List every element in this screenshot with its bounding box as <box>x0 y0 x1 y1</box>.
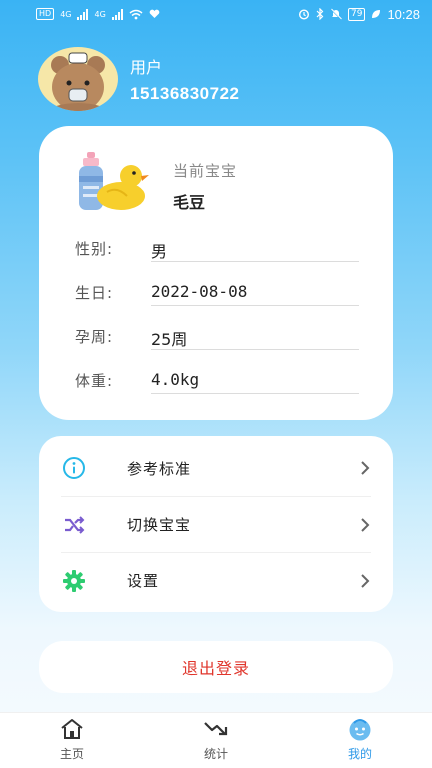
chevron-right-icon <box>361 517 370 532</box>
heart-icon <box>149 9 160 18</box>
gender-label: 性别: <box>75 240 114 258</box>
bear-avatar-icon[interactable] <box>38 47 118 111</box>
baby-face-icon <box>347 717 373 741</box>
signal-icon <box>77 8 89 20</box>
network-label-1: 4G <box>60 9 72 19</box>
leaf-icon <box>372 10 381 18</box>
weight-field: 体重: 4.0kg <box>75 362 359 394</box>
chevron-right-icon <box>361 461 370 475</box>
status-left: HD 4G 4G <box>36 8 160 20</box>
birthday-field: 生日: 2022-08-08 <box>75 274 359 306</box>
shuffle-icon <box>61 512 87 538</box>
gender-value: 男 <box>151 230 359 262</box>
user-profile[interactable]: 用户 15136830722 <box>38 47 240 111</box>
weight-label: 体重: <box>75 372 114 390</box>
status-bar: HD 4G 4G 79 10:28 <box>0 0 432 28</box>
gear-icon <box>61 568 87 594</box>
menu-item-reference[interactable]: 参考标准 <box>61 440 371 496</box>
birthday-label: 生日: <box>75 284 114 302</box>
clock: 10:28 <box>387 6 420 22</box>
gestation-value: 25周 <box>151 318 359 350</box>
menu-label-settings: 设置 <box>127 572 160 590</box>
alarm-icon <box>298 9 310 20</box>
logout-button[interactable]: 退出登录 <box>39 641 393 693</box>
tab-mine[interactable]: 我的 <box>320 717 400 767</box>
trend-icon <box>203 717 229 741</box>
signal-icon <box>111 8 123 20</box>
bluetooth-icon <box>316 8 324 20</box>
tab-stats[interactable]: 统计 <box>176 717 256 767</box>
gender-field: 性别: 男 <box>75 230 359 262</box>
menu-label-switch-baby: 切换宝宝 <box>127 516 192 534</box>
baby-name: 毛豆 <box>173 193 206 212</box>
chevron-right-icon <box>361 573 370 588</box>
network-label-2: 4G <box>94 9 106 19</box>
baby-info-card[interactable]: 当前宝宝 毛豆 性别: 男 生日: 2022-08-08 孕周: 25周 体重:… <box>39 126 393 420</box>
wifi-icon <box>129 9 143 19</box>
bottom-tabbar: 主页 统计 我的 <box>0 712 432 768</box>
phone-number: 15136830722 <box>130 84 240 103</box>
tab-stats-label: 统计 <box>203 747 228 761</box>
menu-card: 参考标准 切换宝宝 设置 <box>39 436 393 612</box>
weight-value: 4.0kg <box>151 362 359 394</box>
birthday-value: 2022-08-08 <box>151 274 359 306</box>
status-right: 79 10:28 <box>298 7 420 22</box>
tab-mine-label: 我的 <box>347 747 372 761</box>
menu-item-switch-baby[interactable]: 切换宝宝 <box>61 496 371 552</box>
home-icon <box>59 717 85 741</box>
username: 用户 <box>130 58 163 77</box>
current-baby-label: 当前宝宝 <box>173 162 238 180</box>
menu-item-settings[interactable]: 设置 <box>61 552 371 608</box>
info-icon <box>61 455 87 481</box>
mute-icon <box>330 8 342 20</box>
battery-indicator: 79 <box>348 7 366 21</box>
menu-label-reference: 参考标准 <box>127 459 192 478</box>
hd-badge: HD <box>36 8 55 20</box>
gestation-label: 孕周: <box>75 328 114 346</box>
tab-home-label: 主页 <box>59 747 84 761</box>
profile-info: 用户 15136830722 <box>130 54 240 104</box>
gestation-field: 孕周: 25周 <box>75 318 359 350</box>
bottle-duck-icon <box>79 152 149 210</box>
tab-home[interactable]: 主页 <box>32 717 112 767</box>
